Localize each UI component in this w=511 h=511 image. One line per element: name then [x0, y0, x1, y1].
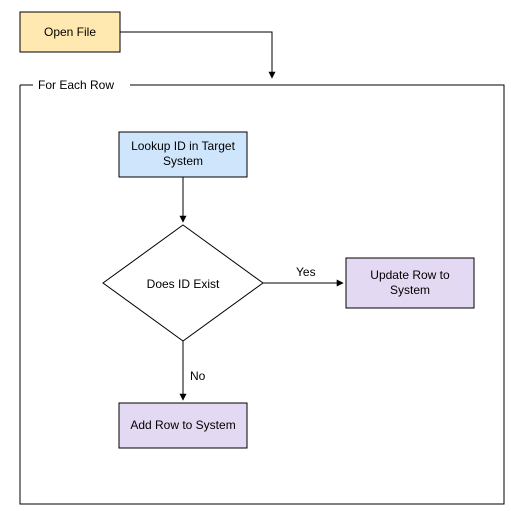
- decision-label: Does ID Exist: [147, 277, 220, 291]
- lookup-label-1: Lookup ID in Target: [131, 139, 236, 153]
- update-label-2: System: [390, 283, 430, 297]
- edge-openfile-to-loop: [120, 32, 272, 78]
- yes-label: Yes: [296, 265, 316, 279]
- open-file-label: Open File: [44, 25, 96, 39]
- update-label-1: Update Row to: [370, 268, 450, 282]
- lookup-label-2: System: [163, 154, 203, 168]
- no-label: No: [190, 369, 206, 383]
- loop-label: For Each Row: [38, 78, 114, 92]
- add-label: Add Row to System: [130, 418, 235, 432]
